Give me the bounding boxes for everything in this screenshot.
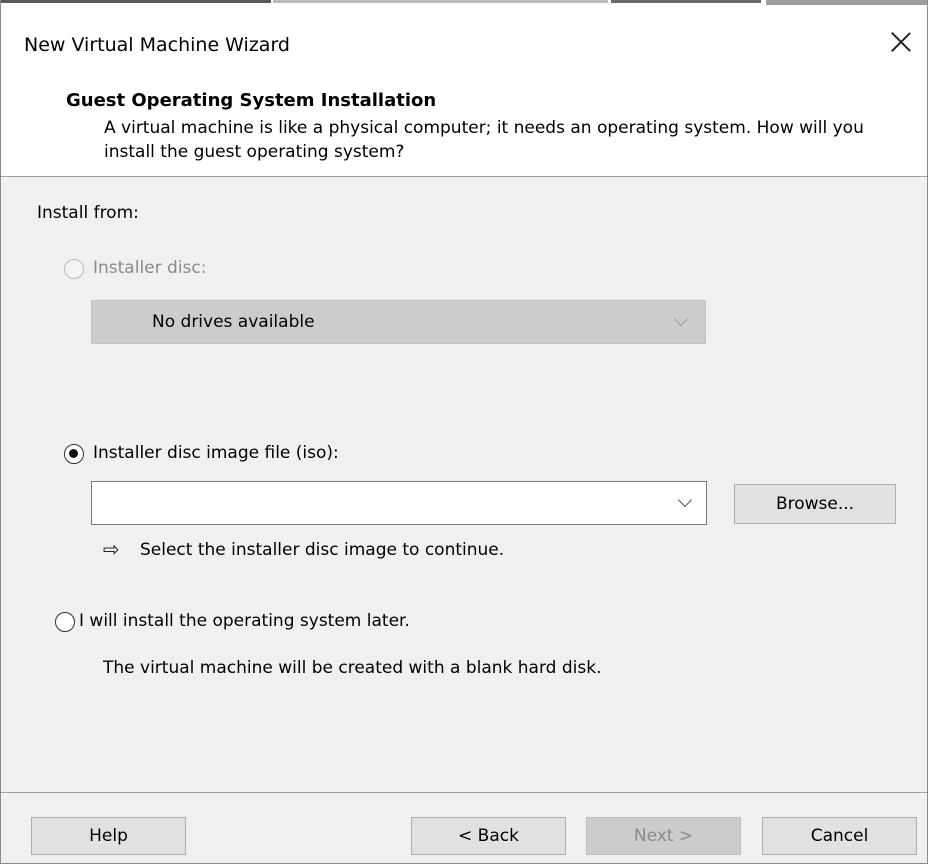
help-button[interactable]: Help [31,817,186,855]
next-button[interactable]: Next > [586,817,741,855]
install-later-radio[interactable] [55,612,75,632]
chevron-down-icon[interactable] [677,492,693,508]
background-window-strip [1,0,927,8]
installer-disc-radio[interactable] [64,259,84,279]
iso-path-combobox[interactable] [91,481,707,525]
cancel-button[interactable]: Cancel [762,817,917,855]
iso-hint-text: Select the installer disc image to conti… [140,540,505,560]
disc-drive-select[interactable]: No drives available [91,300,706,344]
window-title: New Virtual Machine Wizard [24,34,290,56]
back-button[interactable]: < Back [411,817,566,855]
iso-image-radio[interactable] [64,444,84,464]
footer-divider [1,792,927,793]
wizard-header: Guest Operating System Installation A vi… [1,78,927,177]
page-title: Guest Operating System Installation [66,90,437,111]
iso-image-label: Installer disc image file (iso): [93,443,339,463]
title-bar: New Virtual Machine Wizard [1,8,927,78]
chevron-down-icon [673,311,689,327]
install-later-label: I will install the operating system late… [79,611,410,631]
install-from-label: Install from: [37,203,139,223]
install-later-note: The virtual machine will be created with… [103,658,602,678]
browse-button[interactable]: Browse... [734,484,896,524]
installer-disc-label: Installer disc: [93,258,207,278]
disc-drive-value: No drives available [152,312,315,332]
close-icon[interactable] [889,30,913,54]
page-description: A virtual machine is like a physical com… [104,118,864,162]
wizard-window: New Virtual Machine Wizard Guest Operati… [0,0,928,864]
arrow-right-icon: ⇨ [103,537,120,561]
